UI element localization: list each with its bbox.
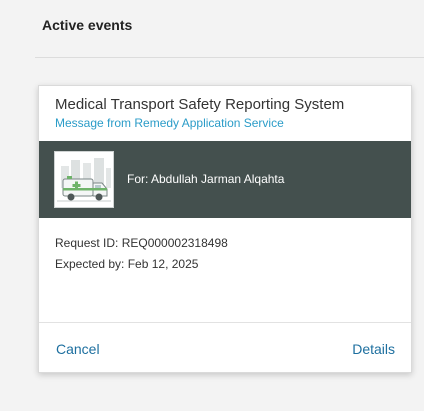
event-card: Medical Transport Safety Reporting Syste… [38,85,412,373]
card-banner: For: Abdullah Jarman Alqahta [39,141,411,218]
card-footer-divider [39,322,411,323]
request-id: Request ID: REQ000002318498 [55,236,228,250]
expected-by: Expected by: Feb 12, 2025 [55,257,199,271]
recipient-text: For: Abdullah Jarman Alqahta [127,172,285,186]
ambulance-illustration-icon [54,151,114,208]
details-button[interactable]: Details [352,341,395,357]
card-subtitle: Message from Remedy Application Service [55,116,284,130]
active-events-title: Active events [42,17,133,33]
card-title: Medical Transport Safety Reporting Syste… [55,96,345,113]
section-divider [35,57,424,58]
cancel-button[interactable]: Cancel [56,341,100,357]
